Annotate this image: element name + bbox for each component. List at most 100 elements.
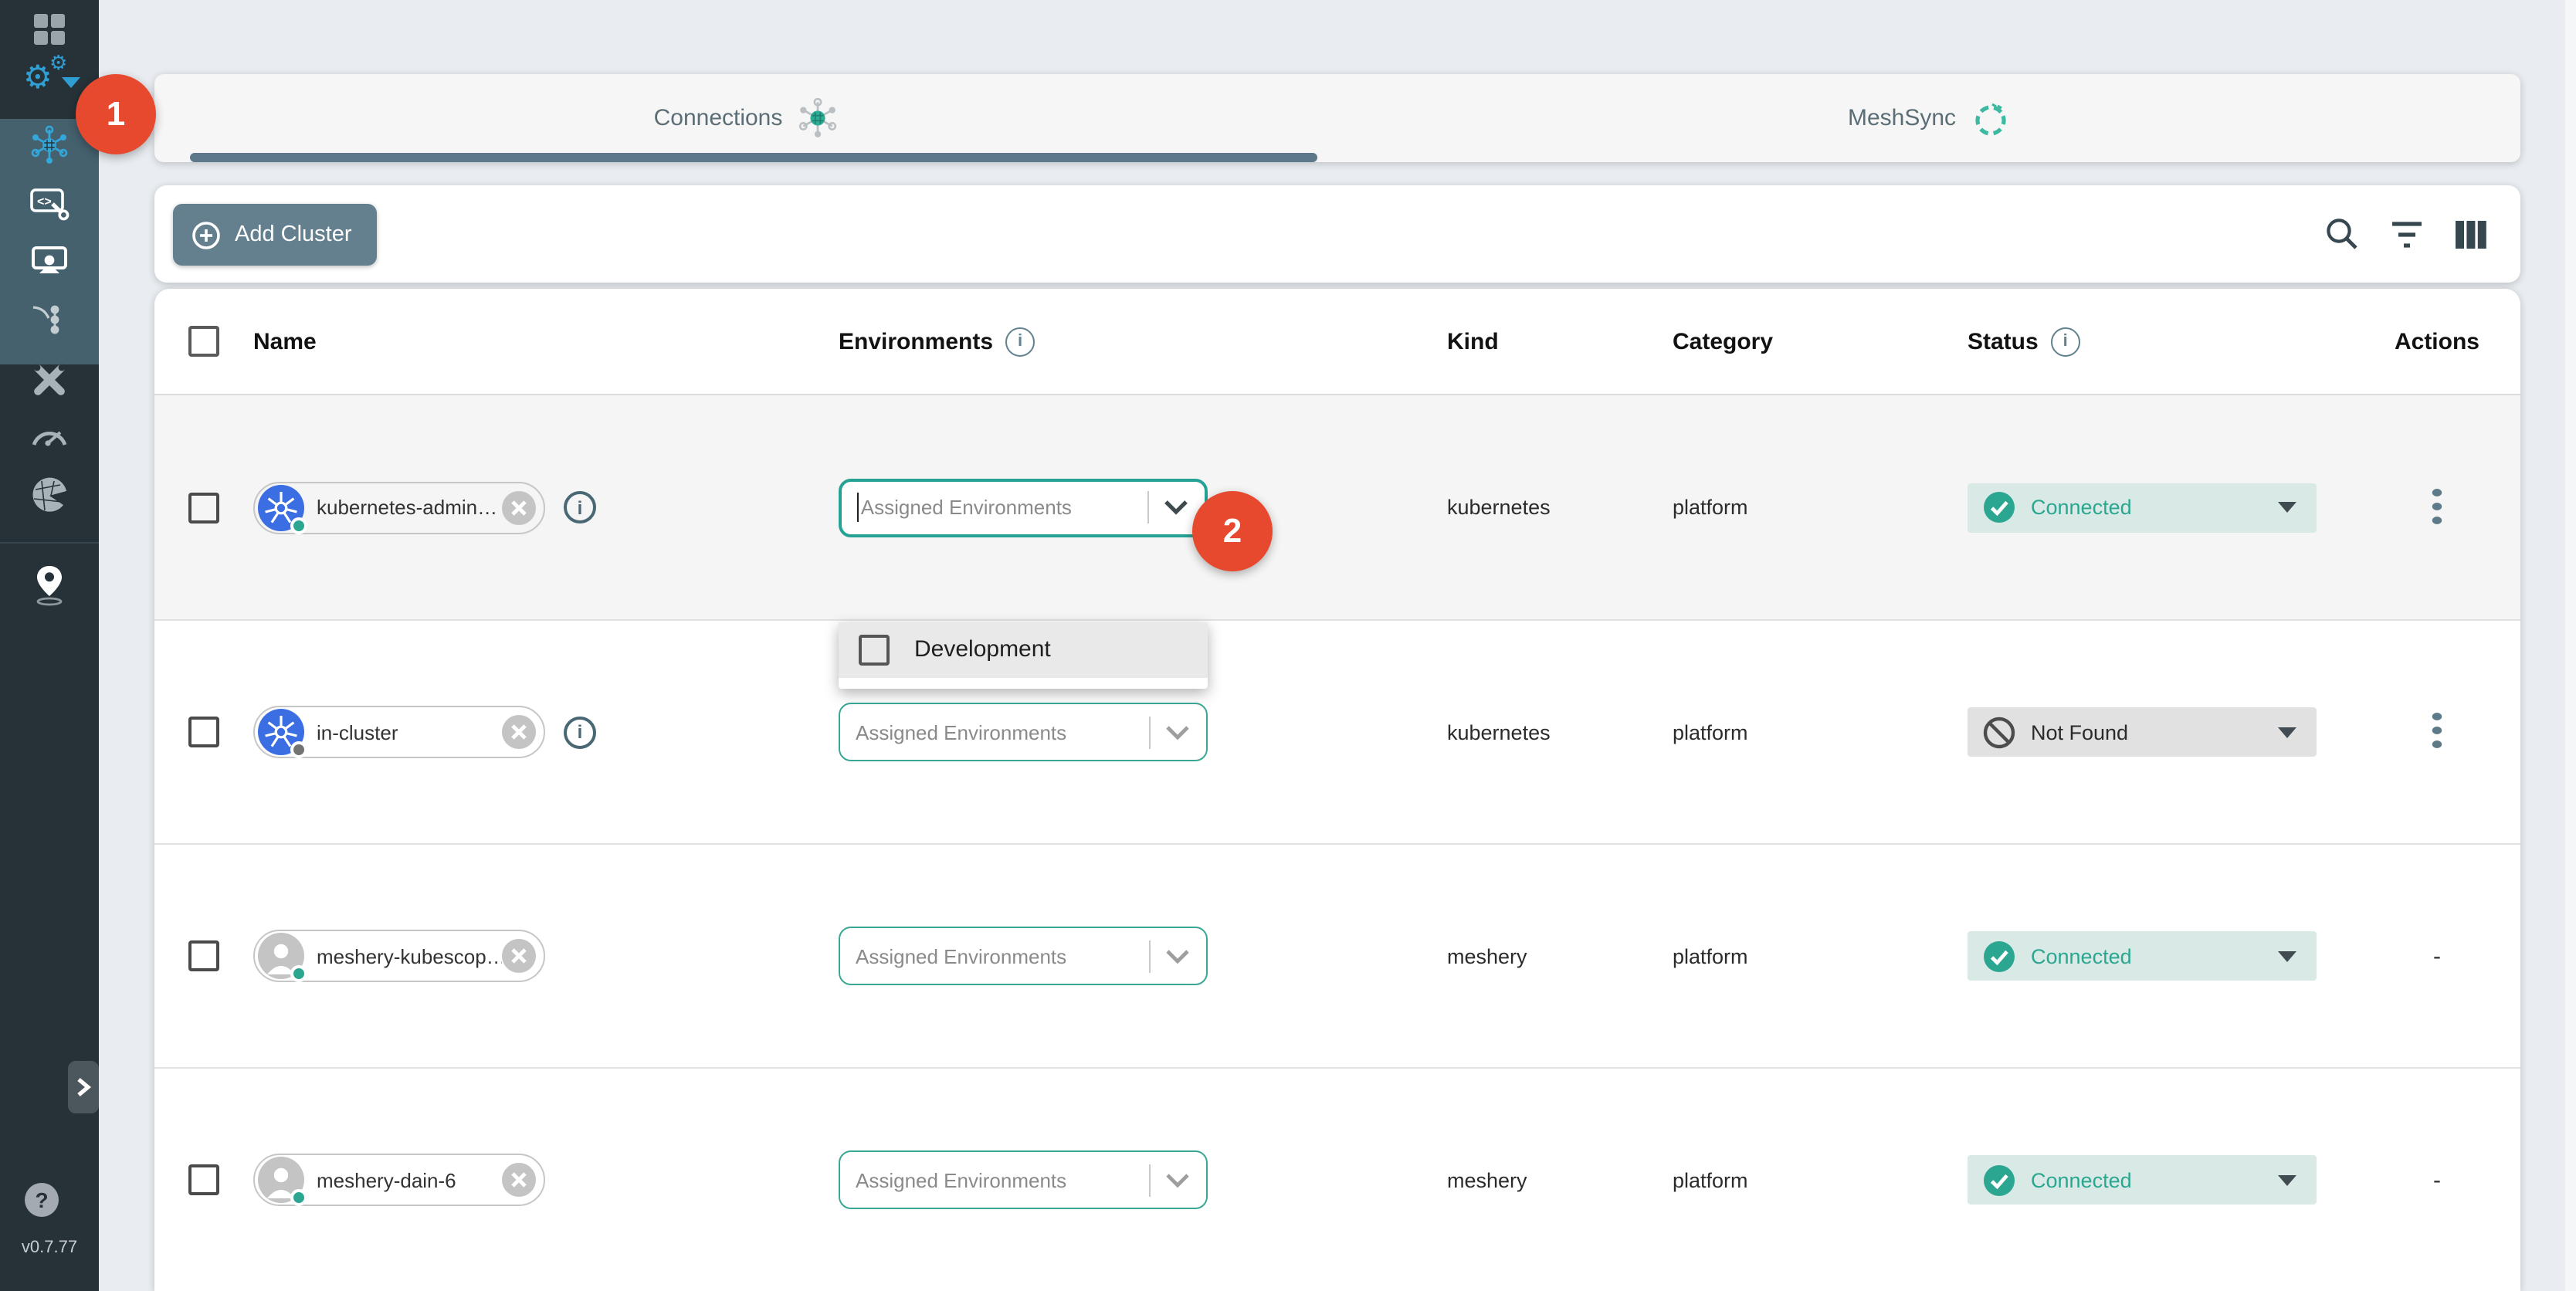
option-checkbox[interactable] [859,634,890,665]
connection-name-chip[interactable]: meshery-kubescop… [253,930,545,982]
meshsync-icon [1970,98,2010,138]
view-columns-icon[interactable] [2454,217,2488,251]
connection-status-dot [290,1189,307,1206]
remove-connection-icon[interactable] [502,490,536,524]
kind-value: meshery [1447,944,1673,967]
help-button[interactable]: ? [25,1183,59,1217]
environments-dropdown-menu: Development [839,622,1208,688]
chevron-down-icon[interactable] [1164,947,1191,964]
chevron-down-icon[interactable] [1164,1171,1191,1188]
connection-name-chip[interactable]: in-cluster [253,706,545,758]
page-scrollbar[interactable] [2565,0,2576,1291]
sidebar-item-adapters[interactable]: <> [0,178,99,230]
table-row: in-cluster i Assigned Environments kuber… [154,619,2520,843]
row-actions [2354,486,2520,529]
table-row: kubernetes-admin… i Assigned Environment… [154,395,2520,619]
row-checkbox[interactable] [188,940,219,971]
assigned-environments-select[interactable]: Assigned Environments [839,1150,1208,1209]
table-row: meshery-dain-6 Assigned Environments mes… [154,1067,2520,1291]
chevron-right-icon [74,1076,93,1098]
sidebar-item-dashboard[interactable] [0,3,99,56]
column-header-kind[interactable]: Kind [1447,328,1673,354]
search-icon[interactable] [2324,216,2360,252]
assigned-environments-select[interactable]: Assigned Environments [839,478,1208,537]
select-all-checkbox[interactable] [188,326,219,357]
connection-info-icon[interactable]: i [564,491,596,524]
not-found-icon [1983,716,2015,748]
remove-connection-icon[interactable] [502,715,536,749]
status-label: Connected [2031,496,2132,519]
connection-info-icon[interactable]: i [564,716,596,748]
column-header-category[interactable]: Category [1673,328,1968,354]
assigned-environments-select[interactable]: Assigned Environments [839,703,1208,761]
user-avatar-icon [258,1157,304,1203]
table-row: meshery-kubescop… Assigned Environments … [154,843,2520,1067]
extensions-icon [29,476,69,516]
remove-connection-icon[interactable] [502,939,536,973]
row-checkbox[interactable] [188,492,219,523]
tab-connections[interactable]: Connections [154,74,1337,162]
column-header-status[interactable]: Status i [1968,327,2354,356]
kind-value: kubernetes [1447,496,1673,519]
connection-status-dot [290,741,307,758]
connection-name-chip[interactable]: meshery-dain-6 [253,1154,545,1206]
sidebar-item-extensions[interactable] [0,469,99,522]
connection-status-dot [290,965,307,982]
sidebar-item-environment[interactable] [0,559,99,612]
status-dropdown[interactable]: Connected [1968,1155,2317,1205]
remove-connection-icon[interactable] [502,1163,536,1197]
assigned-environments-select[interactable]: Assigned Environments [839,927,1208,985]
expand-sidebar-button[interactable] [68,1061,99,1113]
column-header-name[interactable]: Name [253,328,839,354]
active-tab-indicator [190,153,1317,162]
connection-name-chip[interactable]: kubernetes-admin… [253,481,545,534]
sidebar-divider [0,542,99,544]
status-dropdown[interactable]: Connected [1968,483,2317,532]
row-actions [2354,710,2520,754]
connection-name: in-cluster [304,720,502,744]
tabs-bar: Connections MeshSync [154,74,2520,162]
annotation-badge-2: 2 [1192,491,1273,571]
connection-status-dot [290,517,307,534]
chevron-down-icon[interactable] [62,77,80,88]
adapters-icon: <> [29,187,69,221]
annotation-badge-1: 1 [76,74,156,154]
status-dropdown[interactable]: Connected [1968,931,2317,981]
connection-name: meshery-dain-6 [304,1168,502,1191]
category-value: platform [1673,496,1968,519]
tab-meshsync[interactable]: MeshSync [1337,74,2520,162]
kebab-menu-icon[interactable] [2431,710,2443,754]
sidebar-item-performance[interactable] [0,408,99,460]
connected-check-icon [1983,491,2015,524]
table-toolbar: Add Cluster [154,185,2520,283]
sidebar-item-configuration[interactable] [0,354,99,406]
connections-table: Name Environments i Kind Category Status… [154,289,2520,1291]
filter-icon[interactable] [2389,219,2425,249]
environments-info-icon[interactable]: i [1005,327,1035,356]
add-cluster-button[interactable]: Add Cluster [173,204,377,266]
status-dropdown[interactable]: Not Found [1968,707,2317,757]
actions-empty: - [2433,943,2441,969]
plus-circle-icon [192,220,221,249]
status-label: Not Found [2031,720,2128,744]
tab-connections-label: Connections [654,105,783,131]
status-label: Connected [2031,1168,2132,1191]
chevron-down-icon[interactable] [1164,723,1191,740]
environment-option-development[interactable]: Development [839,622,1208,677]
status-info-icon[interactable]: i [2051,327,2080,356]
dropdown-arrow-icon [2278,1174,2296,1185]
status-label: Connected [2031,944,2132,967]
dashboard-icon [32,12,66,46]
kebab-menu-icon[interactable] [2431,486,2443,529]
chevron-down-icon[interactable] [1163,499,1189,516]
column-header-environments[interactable]: Environments i [839,327,1447,356]
kubernetes-icon [258,709,304,755]
kind-value: kubernetes [1447,720,1673,744]
row-checkbox[interactable] [188,1164,219,1195]
row-checkbox[interactable] [188,717,219,747]
sidebar-item-service-mesh[interactable] [0,293,99,346]
dropdown-arrow-icon [2278,950,2296,961]
sidebar-item-playground[interactable] [0,235,99,287]
location-pin-icon [31,564,68,607]
sidebar: ⚙ ⚙ <> [0,0,99,1291]
